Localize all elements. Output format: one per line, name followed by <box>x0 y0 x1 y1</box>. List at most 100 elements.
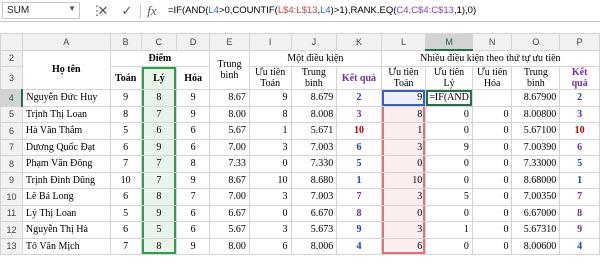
cell-j[interactable]: 5.671 <box>290 122 338 140</box>
cell-e[interactable]: 5.67 <box>209 122 250 140</box>
cell-e[interactable]: 5.67 <box>209 221 250 239</box>
header-toan[interactable]: Toán <box>109 66 142 90</box>
row-header[interactable]: 8 <box>0 155 23 173</box>
cell-c[interactable]: 8 <box>140 237 178 255</box>
cell-l[interactable]: 0 <box>380 204 427 222</box>
cell-c[interactable]: 9 <box>140 204 178 222</box>
cell-n2[interactable]: 0 <box>471 155 513 173</box>
cell-o[interactable]: 8.00600 <box>511 237 561 255</box>
cell-o[interactable]: 7.00390 <box>511 138 561 156</box>
cell-d[interactable]: 6 <box>176 221 211 239</box>
header-uu-tien-toan[interactable]: Ưu tiên Toán <box>248 66 292 90</box>
cell-j[interactable]: 7.003 <box>290 138 338 156</box>
cell-m[interactable]: 0 <box>425 237 473 255</box>
cell-e[interactable]: 7.00 <box>209 188 250 206</box>
cell-name[interactable]: Trịnh Thị Loan <box>21 105 111 123</box>
cell-o[interactable]: 6.67000 <box>511 204 561 222</box>
header-uu-tien-hoa[interactable]: Ưu tiên Hóa <box>471 66 513 90</box>
cell-p[interactable]: 6 <box>559 138 600 156</box>
header-mot-dieu-kien[interactable]: Một điều kiện <box>248 49 382 67</box>
cell-p[interactable]: 7 <box>559 188 600 206</box>
cell-l[interactable]: 1 <box>380 122 427 140</box>
cell-i[interactable]: 3 <box>248 221 292 239</box>
cell-p[interactable]: 1 <box>559 171 600 189</box>
column-header-n[interactable]: N <box>471 33 513 51</box>
cell-b[interactable]: 6 <box>109 138 142 156</box>
cell-k[interactable]: 9 <box>336 221 382 239</box>
cell-l[interactable]: 8 <box>380 105 427 123</box>
header-hoa[interactable]: Hóa <box>176 66 211 90</box>
select-all-corner[interactable] <box>0 33 23 51</box>
cell-c[interactable]: 9 <box>140 138 178 156</box>
cell-p[interactable]: 3 <box>559 105 600 123</box>
column-header-p[interactable]: P <box>559 33 600 51</box>
cell-d[interactable]: 6 <box>176 122 211 140</box>
cell-o[interactable]: 8.68000 <box>511 171 561 189</box>
chevron-down-icon[interactable]: ▼ <box>68 4 76 13</box>
cell-d[interactable]: 9 <box>176 237 211 255</box>
cell-name[interactable]: Phạm Văn Đông <box>21 155 111 173</box>
cell-name[interactable]: Lý Thị Loan <box>21 204 111 222</box>
column-header-d[interactable]: D <box>176 33 211 51</box>
cell-d[interactable]: 7 <box>176 188 211 206</box>
cell-o[interactable]: 5.67310 <box>511 221 561 239</box>
header-nhieu-dieu-kien[interactable]: Nhiều điều kiện theo thứ tự ưu tiên <box>380 49 600 67</box>
cell-name[interactable]: Nguyễn Thị Hà <box>21 221 111 239</box>
cell-b[interactable]: 9 <box>109 89 142 107</box>
cell-i[interactable]: 10 <box>248 171 292 189</box>
cell-i[interactable]: 9 <box>248 89 292 107</box>
cell-c[interactable]: 7 <box>140 105 178 123</box>
cell-j[interactable]: 8.679 <box>290 89 338 107</box>
cell-m[interactable]: 0 <box>425 155 473 173</box>
cell-d[interactable]: 8 <box>176 155 211 173</box>
cell-o[interactable]: 7.00350 <box>511 188 561 206</box>
row-header[interactable]: 9 <box>0 171 23 189</box>
cell-b[interactable]: 6 <box>109 188 142 206</box>
cell-m[interactable]: 0 <box>425 122 473 140</box>
header-diem[interactable]: Điểm <box>109 49 211 67</box>
row-header[interactable]: 10 <box>0 188 23 206</box>
cell-p[interactable]: 9 <box>559 221 600 239</box>
cell-d[interactable]: 6 <box>176 138 211 156</box>
cell-n2[interactable]: 0 <box>471 237 513 255</box>
column-header-o[interactable]: O <box>511 33 561 51</box>
cell-e[interactable]: 7.00 <box>209 138 250 156</box>
cell-c[interactable]: 7 <box>140 155 178 173</box>
cell-i[interactable]: 8 <box>248 105 292 123</box>
cell-l[interactable]: 10 <box>380 171 427 189</box>
column-header-a[interactable]: A <box>21 33 111 51</box>
row-header[interactable]: 11 <box>0 204 23 222</box>
cell-j[interactable]: 7.003 <box>290 188 338 206</box>
cell-e[interactable]: 8.67 <box>209 89 250 107</box>
cell-name[interactable]: Hà Văn Thắm <box>21 122 111 140</box>
cell-o[interactable]: 8.67900 <box>511 89 561 107</box>
row-header[interactable]: 13 <box>0 237 23 255</box>
header-uu-tien-ly[interactable]: Ưu tiên Lý <box>425 66 473 90</box>
row-header[interactable]: 2 <box>0 49 23 67</box>
cell-c[interactable]: 8 <box>140 89 178 107</box>
cell-k[interactable]: 7 <box>336 188 382 206</box>
cell-name[interactable]: Lê Bá Long <box>21 188 111 206</box>
header-trung-binh-2[interactable]: Trung bình <box>290 66 338 90</box>
header-trung-binh[interactable]: Trung bình <box>209 49 250 90</box>
cell-n2[interactable]: 0 <box>471 171 513 189</box>
header-ho-ten[interactable]: Họ tên <box>21 49 111 90</box>
cell-m[interactable]: 9 <box>425 138 473 156</box>
row-header[interactable]: 4 <box>0 89 24 107</box>
cell-d[interactable]: 9 <box>176 89 211 107</box>
cell-i[interactable]: 0 <box>248 204 292 222</box>
cell-name[interactable]: Nguyễn Đức Huy <box>21 89 111 107</box>
cell-p[interactable]: 8 <box>559 204 600 222</box>
cell-l[interactable]: 3 <box>380 138 427 156</box>
cell-b[interactable]: 10 <box>109 171 142 189</box>
column-header-e[interactable]: E <box>209 33 250 51</box>
cell-k[interactable]: 10 <box>336 122 382 140</box>
cell-name[interactable]: Tô Văn Mịch <box>21 237 111 255</box>
cell-m[interactable]: 1 <box>425 221 473 239</box>
cell-m[interactable]: =IF(AND <box>425 89 473 107</box>
cell-k[interactable]: 3 <box>336 105 382 123</box>
cell-j[interactable]: 5.673 <box>290 221 338 239</box>
column-header-k[interactable]: K <box>336 33 382 51</box>
cell-p[interactable]: 2 <box>559 89 600 107</box>
cell-n2[interactable]: 0 <box>471 221 513 239</box>
